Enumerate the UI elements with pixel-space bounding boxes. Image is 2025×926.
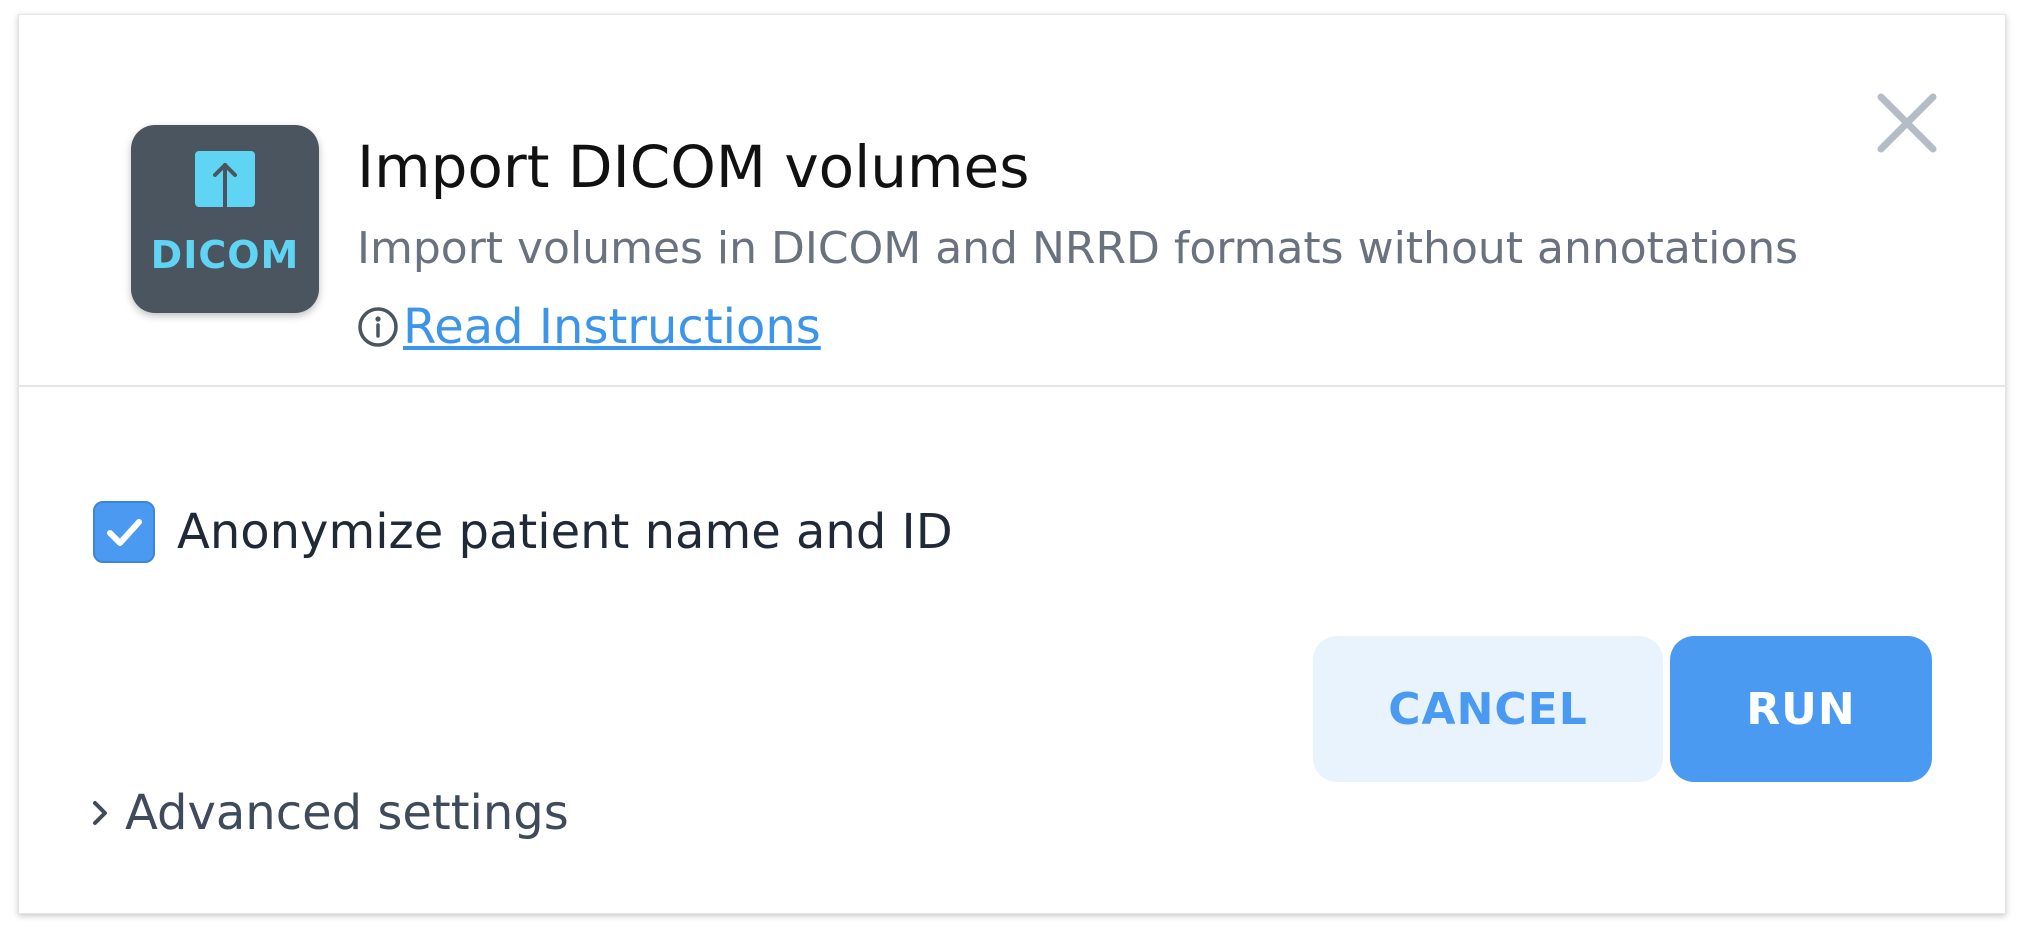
chevron-right-icon	[93, 801, 107, 825]
close-icon	[1877, 93, 1937, 153]
run-button[interactable]: RUN	[1670, 636, 1932, 782]
anonymize-option[interactable]: Anonymize patient name and ID	[93, 501, 953, 563]
dialog-header: DICOM Import DICOM volumes Import volume…	[19, 15, 2005, 387]
read-instructions-link[interactable]: Read Instructions	[403, 299, 821, 355]
app-icon: DICOM	[131, 125, 319, 313]
info-icon	[358, 307, 398, 347]
dialog-subtitle: Import volumes in DICOM and NRRD formats…	[357, 223, 1799, 274]
dialog-title: Import DICOM volumes	[357, 133, 1030, 201]
cancel-button[interactable]: CANCEL	[1313, 636, 1663, 782]
app-icon-label: DICOM	[150, 233, 300, 277]
anonymize-label: Anonymize patient name and ID	[177, 504, 953, 560]
close-button[interactable]	[1871, 87, 1943, 159]
checkmark-icon	[107, 519, 142, 546]
upload-arrow-icon	[195, 151, 255, 207]
anonymize-checkbox[interactable]	[93, 501, 155, 563]
instructions-row: Read Instructions	[357, 299, 821, 355]
import-dicom-dialog: DICOM Import DICOM volumes Import volume…	[18, 14, 2006, 914]
advanced-settings-toggle[interactable]: Advanced settings	[89, 785, 569, 841]
advanced-settings-label: Advanced settings	[125, 785, 569, 841]
